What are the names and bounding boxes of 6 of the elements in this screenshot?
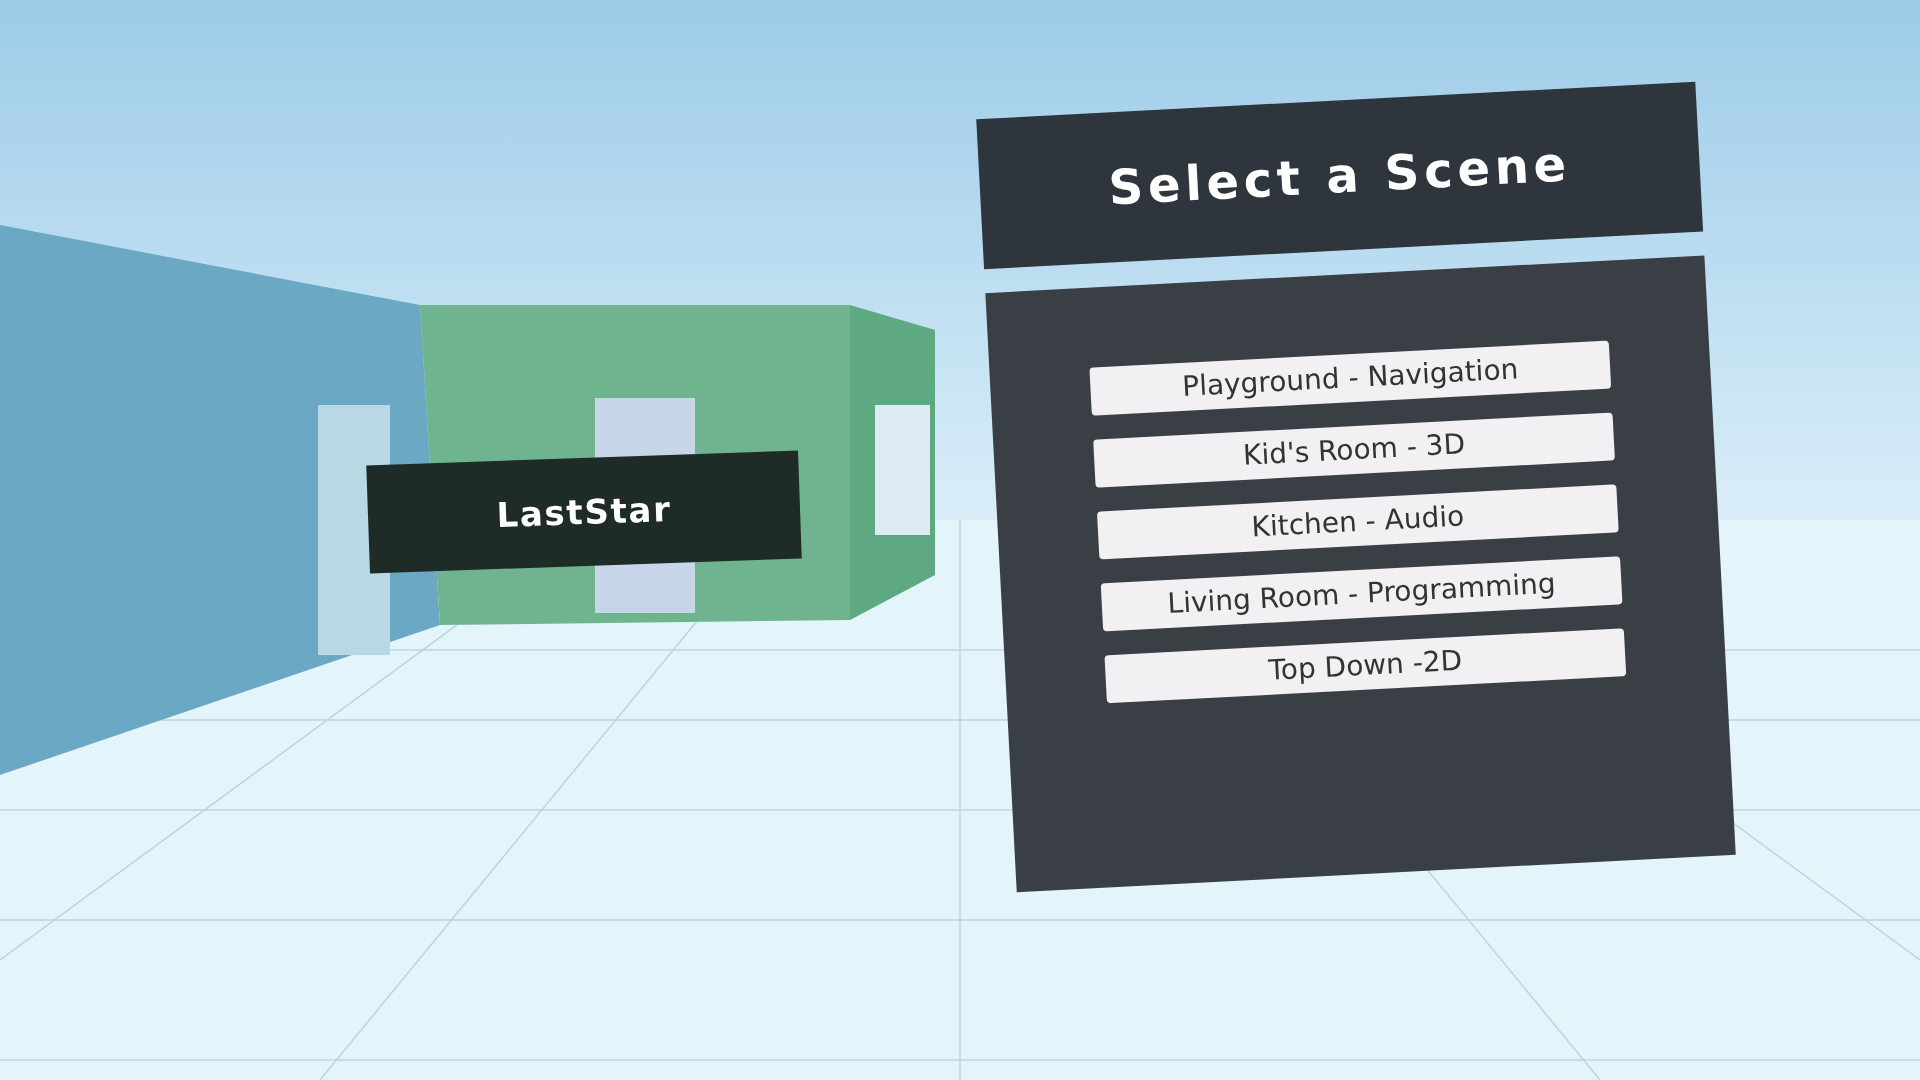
scene-button[interactable]: Kitchen - Audio: [1096, 484, 1619, 560]
scene-button[interactable]: Top Down -2D: [1104, 628, 1627, 704]
scene-button[interactable]: Living Room - Programming: [1100, 556, 1623, 632]
menu-title: Select a Scene: [976, 81, 1704, 270]
scene-button[interactable]: Playground - Navigation: [1089, 340, 1612, 416]
scene-button[interactable]: Kid's Room - 3D: [1093, 412, 1615, 488]
